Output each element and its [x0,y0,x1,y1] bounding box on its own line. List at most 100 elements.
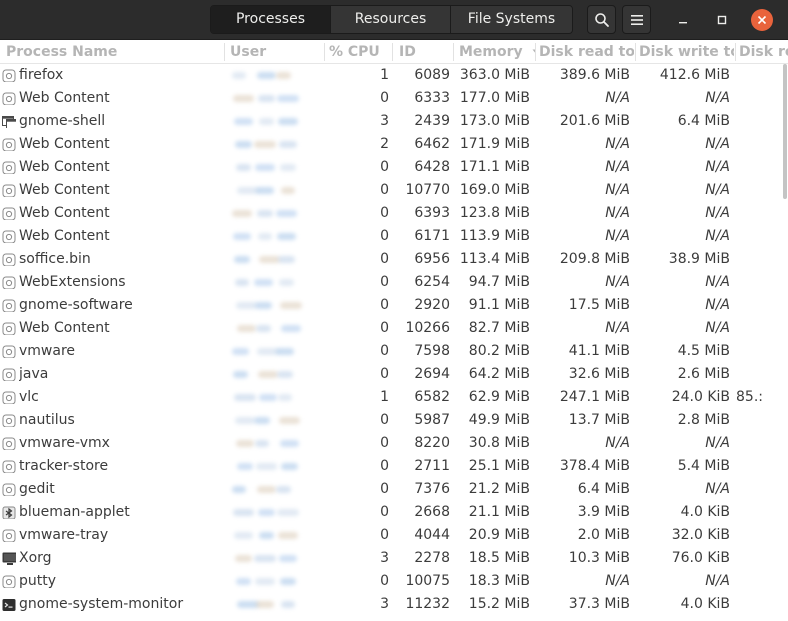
table-row[interactable]: gnome-software 0 2920 91.1 MiB 17.5 MiB N/A [0,294,781,317]
redaction-blur [236,164,251,171]
process-list[interactable]: firefox 1 6089 363.0 MiB 389.6 MiB 412.6 MiB W… [0,64,781,621]
table-row[interactable]: putty 0 10075 18.3 MiB N/A N/A [0,570,781,593]
disk-read-total: 209.8 MiB [559,251,630,267]
table-row[interactable]: tracker-store 0 2711 25.1 MiB 378.4 MiB 5.4 M… [0,455,781,478]
cpu-percent: 0 [380,205,389,221]
user-redacted [228,317,324,340]
table-row[interactable]: vlc 1 6582 62.9 MiB 247.1 MiB 24.0 KiB 85.: [0,386,781,409]
cpu-percent: 3 [380,113,389,129]
table-row[interactable]: Web Content 0 10770 169.0 MiB N/A N/A [0,179,781,202]
disk-read-total: N/A [605,274,630,290]
table-row[interactable]: firefox 1 6089 363.0 MiB 389.6 MiB 412.6 MiB [0,64,781,87]
disk-write-total: N/A [705,435,730,451]
tab-processes[interactable]: Processes [211,6,331,33]
cpu-percent: 0 [380,412,389,428]
table-row[interactable]: Web Content 0 6171 113.9 MiB N/A N/A [0,225,781,248]
column-header-disk-read[interactable]: Disk read tot [539,40,634,64]
redaction-blur [234,532,253,539]
user-redacted [228,110,324,133]
redaction-blur [256,325,271,332]
table-row[interactable]: soffice.bin 0 6956 113.4 MiB 209.8 MiB 38.9 M… [0,248,781,271]
table-row[interactable]: gnome-shell 3 2439 173.0 MiB 201.6 MiB 6.4 Mi… [0,110,781,133]
table-row[interactable]: Web Content 2 6462 171.9 MiB N/A N/A [0,133,781,156]
table-row[interactable]: blueman-applet 0 2668 21.1 MiB 3.9 MiB 4.0 Ki… [0,501,781,524]
menu-button[interactable] [622,5,651,34]
table-row[interactable]: Xorg 3 2278 18.5 MiB 10.3 MiB 76.0 KiB [0,547,781,570]
process-id: 6462 [414,136,450,152]
minimize-button[interactable] [672,9,694,31]
disk-extra [736,225,781,248]
memory-usage: 64.2 MiB [468,366,530,382]
redaction-blur [279,279,294,286]
disk-write-total: 2.8 MiB [677,412,730,428]
column-header-disk-extra[interactable]: Disk re [739,40,788,64]
search-button[interactable] [587,5,616,34]
table-row[interactable]: vmware-vmx 0 8220 30.8 MiB N/A N/A [0,432,781,455]
process-name: gedit [19,481,55,497]
tab-file-systems[interactable]: File Systems [451,6,572,33]
column-separator[interactable] [635,43,636,61]
cpu-percent: 0 [380,527,389,543]
column-separator[interactable] [392,43,393,61]
table-row[interactable]: vmware-tray 0 4044 20.9 MiB 2.0 MiB 32.0 KiB [0,524,781,547]
process-id: 10075 [405,573,450,589]
memory-usage: 171.9 MiB [459,136,530,152]
maximize-button[interactable] [711,9,733,31]
table-row[interactable]: Web Content 0 6428 171.1 MiB N/A N/A [0,156,781,179]
process-id: 5987 [414,412,450,428]
disk-read-total: N/A [605,320,630,336]
memory-usage: 123.8 MiB [459,205,530,221]
cpu-percent: 0 [380,228,389,244]
memory-usage: 21.2 MiB [468,481,530,497]
column-header-memory[interactable]: Memory [459,40,535,64]
column-header-user[interactable]: User [230,40,322,64]
close-button[interactable] [751,9,773,31]
process-name: Web Content [19,90,110,106]
redaction-blur [258,509,275,516]
process-id: 6171 [414,228,450,244]
cpu-percent: 0 [380,343,389,359]
disk-write-total: 2.6 MiB [677,366,730,382]
column-separator[interactable] [453,43,454,61]
tab-resources[interactable]: Resources [331,6,451,33]
disk-extra [736,409,781,432]
column-separator[interactable] [224,43,225,61]
scrollbar-thumb[interactable] [783,64,787,199]
table-row[interactable]: Web Content 0 6333 177.0 MiB N/A N/A [0,87,781,110]
table-row[interactable]: WebExtensions 0 6254 94.7 MiB N/A N/A [0,271,781,294]
column-header-id[interactable]: ID [399,40,451,64]
process-name: nautilus [19,412,75,428]
process-name: Web Content [19,159,110,175]
column-separator[interactable] [324,43,325,61]
disk-read-total: 32.6 MiB [568,366,630,382]
window-icon [2,114,16,128]
redaction-blur [276,348,294,355]
column-header-disk-write[interactable]: Disk write to [639,40,734,64]
table-row[interactable]: Web Content 0 10266 82.7 MiB N/A N/A [0,317,781,340]
vertical-scrollbar[interactable] [781,64,788,621]
table-row[interactable]: java 0 2694 64.2 MiB 32.6 MiB 2.6 MiB [0,363,781,386]
column-header-process-name[interactable]: Process Name [6,40,221,64]
user-redacted [228,340,324,363]
disk-extra [736,294,781,317]
table-row[interactable]: gnome-system-monitor 3 11232 15.2 MiB 37.3 M… [0,593,781,616]
disk-extra [736,478,781,501]
disk-read-total: 41.1 MiB [568,343,630,359]
redaction-blur [235,555,252,562]
process-name: gnome-software [19,297,133,313]
app-icon [2,344,16,358]
table-row[interactable]: nautilus 0 5987 49.9 MiB 13.7 MiB 2.8 MiB [0,409,781,432]
column-separator[interactable] [735,43,736,61]
table-row[interactable]: gedit 0 7376 21.2 MiB 6.4 MiB N/A [0,478,781,501]
table-row[interactable]: Web Content 0 6393 123.8 MiB N/A N/A [0,202,781,225]
memory-usage: 113.4 MiB [459,251,530,267]
column-separator[interactable] [535,43,536,61]
disk-read-total: N/A [605,136,630,152]
process-name: gnome-system-monitor [19,596,184,612]
table-row[interactable]: vmware 0 7598 80.2 MiB 41.1 MiB 4.5 MiB [0,340,781,363]
redaction-blur [279,141,297,148]
redaction-blur [255,302,272,309]
cpu-percent: 0 [380,458,389,474]
disk-read-total: 389.6 MiB [559,67,630,83]
column-header-cpu[interactable]: % CPU [329,40,389,64]
